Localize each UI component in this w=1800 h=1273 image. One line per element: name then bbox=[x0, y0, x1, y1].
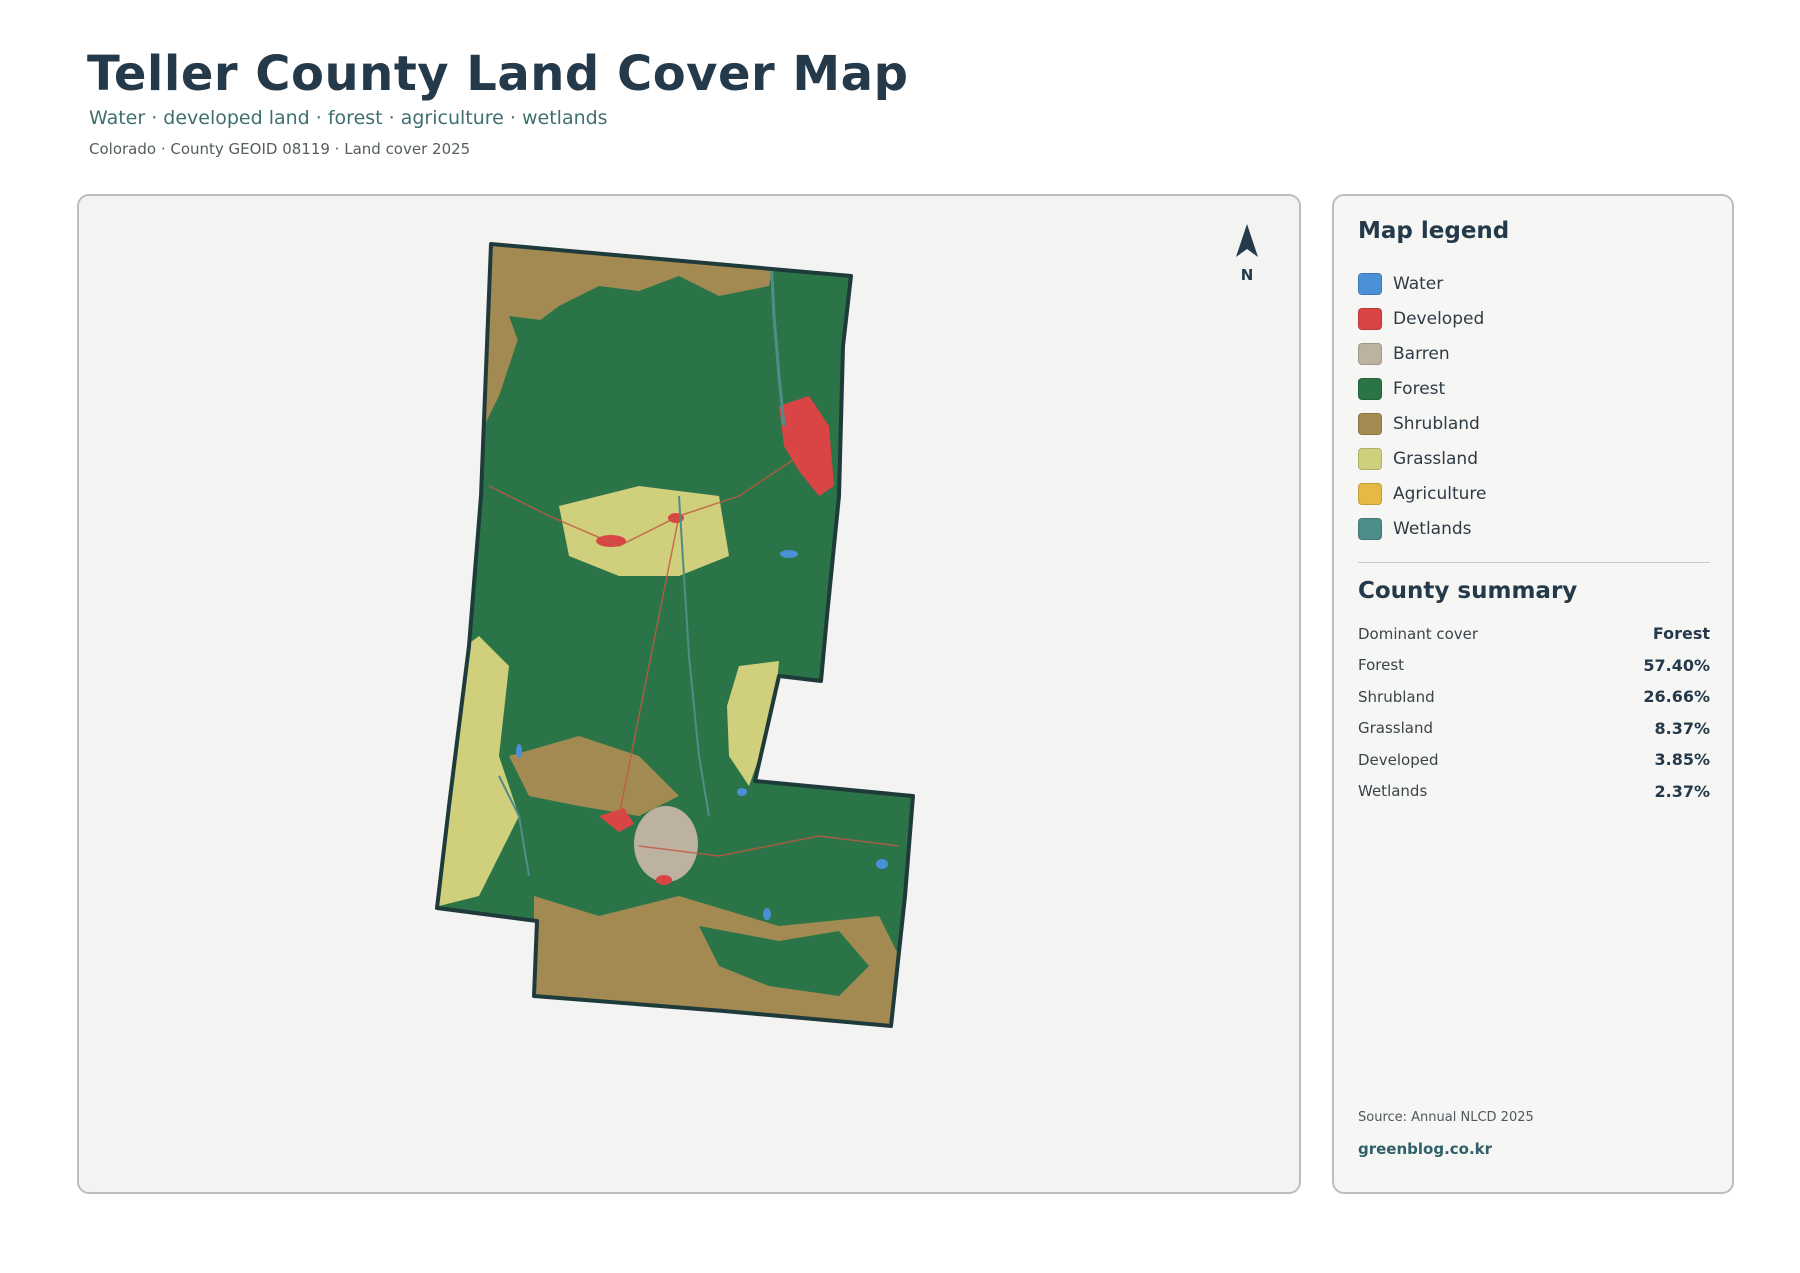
summary-key: Developed bbox=[1358, 750, 1439, 769]
water-swatch bbox=[1358, 272, 1382, 295]
brand-link[interactable]: greenblog.co.kr bbox=[1358, 1140, 1492, 1158]
water-body bbox=[763, 908, 771, 920]
legend-item-shrubland: Shrubland bbox=[1358, 406, 1487, 441]
legend-item-wetlands: Wetlands bbox=[1358, 511, 1487, 546]
north-arrow: N bbox=[1227, 224, 1267, 284]
summary-value: 8.37% bbox=[1654, 718, 1710, 738]
summary-value: Forest bbox=[1652, 624, 1710, 644]
summary-row: Wetlands 2.37% bbox=[1358, 776, 1710, 808]
legend-label: Barren bbox=[1393, 343, 1450, 364]
summary-title: County summary bbox=[1358, 578, 1578, 604]
summary-key: Grassland bbox=[1358, 719, 1433, 738]
agriculture-swatch bbox=[1358, 482, 1382, 505]
summary-key: Dominant cover bbox=[1358, 624, 1479, 643]
developed-swatch bbox=[1358, 307, 1382, 330]
north-arrow-icon bbox=[1236, 224, 1258, 257]
page-meta: Colorado · County GEOID 08119 · Land cov… bbox=[89, 140, 471, 158]
summary-key: Forest bbox=[1358, 656, 1405, 675]
summary-row: Forest 57.40% bbox=[1358, 650, 1710, 682]
summary-row: Shrubland 26.66% bbox=[1358, 681, 1710, 713]
legend-divider bbox=[1358, 562, 1710, 563]
summary-key: Wetlands bbox=[1358, 782, 1428, 801]
grassland-swatch bbox=[1358, 447, 1382, 470]
legend-list: Water Developed Barren Forest Shrubland … bbox=[1358, 266, 1487, 546]
summary-value: 2.37% bbox=[1654, 781, 1710, 801]
legend-panel: Map legend Water Developed Barren Forest… bbox=[1332, 194, 1734, 1194]
legend-label: Grassland bbox=[1393, 448, 1478, 469]
wetlands-swatch bbox=[1358, 517, 1382, 540]
legend-label: Forest bbox=[1393, 378, 1446, 399]
water-body bbox=[876, 859, 888, 869]
legend-label: Wetlands bbox=[1393, 518, 1472, 539]
forest-swatch bbox=[1358, 377, 1382, 400]
page-subtitle: Water · developed land · forest · agricu… bbox=[89, 107, 608, 129]
page-title: Teller County Land Cover Map bbox=[87, 46, 909, 102]
summary-key: Shrubland bbox=[1358, 687, 1435, 706]
legend-item-forest: Forest bbox=[1358, 371, 1487, 406]
legend-label: Agriculture bbox=[1393, 483, 1487, 504]
summary-value: 57.40% bbox=[1643, 655, 1710, 675]
summary-row: Grassland 8.37% bbox=[1358, 713, 1710, 745]
developed-area bbox=[656, 875, 672, 885]
source-note: Source: Annual NLCD 2025 bbox=[1358, 1110, 1534, 1125]
barren-swatch bbox=[1358, 342, 1382, 365]
water-body bbox=[516, 744, 522, 758]
legend-label: Shrubland bbox=[1393, 413, 1480, 434]
legend-item-agriculture: Agriculture bbox=[1358, 476, 1487, 511]
summary-table: Dominant cover Forest Forest 57.40% Shru… bbox=[1358, 618, 1710, 807]
legend-label: Developed bbox=[1393, 308, 1485, 329]
legend-item-barren: Barren bbox=[1358, 336, 1487, 371]
water-body bbox=[737, 788, 747, 796]
summary-value: 3.85% bbox=[1654, 750, 1710, 770]
legend-item-grassland: Grassland bbox=[1358, 441, 1487, 476]
legend-item-developed: Developed bbox=[1358, 301, 1487, 336]
legend-label: Water bbox=[1393, 273, 1444, 294]
summary-row: Dominant cover Forest bbox=[1358, 618, 1710, 650]
legend-title: Map legend bbox=[1358, 218, 1510, 244]
summary-value: 26.66% bbox=[1643, 687, 1710, 707]
map-panel: N bbox=[77, 194, 1301, 1194]
legend-item-water: Water bbox=[1358, 266, 1487, 301]
water-body bbox=[780, 550, 798, 558]
summary-row: Developed 3.85% bbox=[1358, 744, 1710, 776]
shrubland-swatch bbox=[1358, 412, 1382, 435]
barren-area bbox=[634, 806, 698, 882]
county-map bbox=[435, 242, 915, 1028]
north-label: N bbox=[1240, 266, 1254, 284]
